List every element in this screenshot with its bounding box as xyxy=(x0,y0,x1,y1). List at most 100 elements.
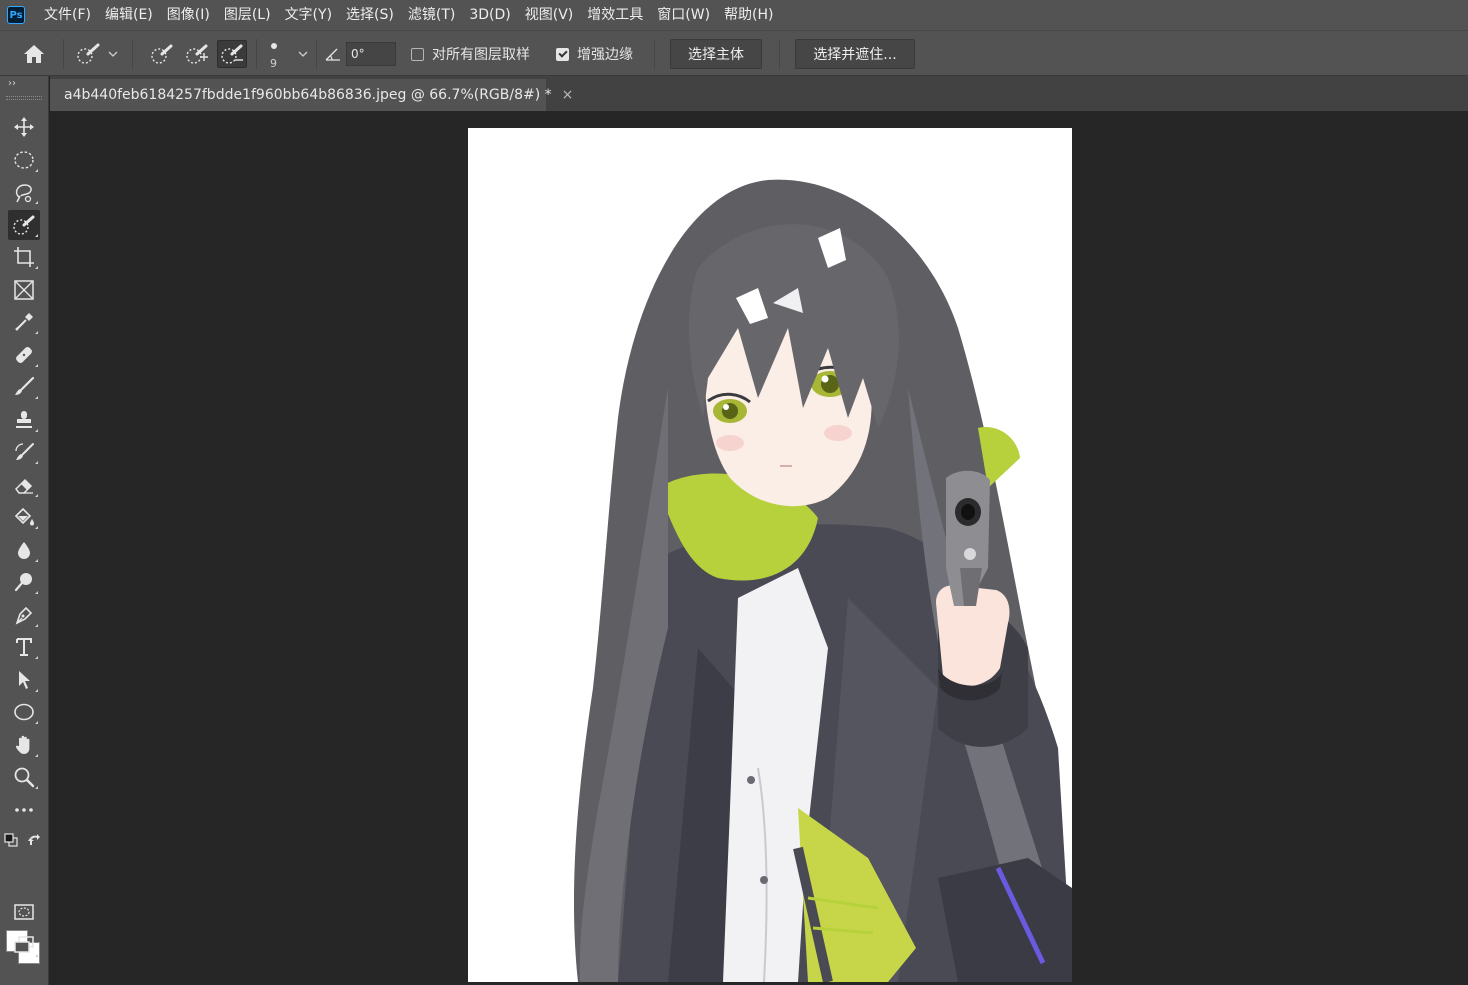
enhance-edge-checkbox[interactable] xyxy=(556,47,569,61)
crop-icon xyxy=(14,247,34,267)
eraser-tool[interactable] xyxy=(8,470,40,500)
menu-help[interactable]: 帮助(H) xyxy=(717,0,780,30)
document-tab-title: a4b440feb6184257fbdde1f960bb64b86836.jpe… xyxy=(64,87,552,103)
brush-dot-icon xyxy=(270,42,277,49)
new-selection-mode-button[interactable] xyxy=(147,40,177,68)
new-selection-icon xyxy=(151,44,173,64)
photoshop-window: Ps 文件(F) 编辑(E) 图像(I) 图层(L) 文字(Y) 选择(S) 滤… xyxy=(0,0,1468,985)
quick-selection-preset-icon xyxy=(77,43,100,64)
document-tab[interactable]: a4b440feb6184257fbdde1f960bb64b86836.jpe… xyxy=(50,79,573,111)
direct-selection-arrow-icon xyxy=(19,671,30,689)
move-icon xyxy=(14,117,34,137)
magnetic-lasso-icon xyxy=(15,184,32,203)
eyedropper-tool[interactable] xyxy=(8,307,40,337)
path-selection-tool[interactable] xyxy=(8,665,40,695)
crop-tool[interactable] xyxy=(8,242,40,272)
frame-tool[interactable] xyxy=(8,275,40,305)
home-icon xyxy=(24,45,44,63)
enhance-edge-toggle[interactable]: 增强边缘 xyxy=(556,31,633,77)
drop-icon xyxy=(18,542,30,559)
menu-select[interactable]: 选择(S) xyxy=(339,0,401,30)
quick-mask-button[interactable] xyxy=(8,897,40,927)
pen-tool[interactable] xyxy=(8,600,40,630)
toolbar-grip[interactable] xyxy=(6,96,42,100)
brush-icon xyxy=(15,376,35,395)
dodge-icon xyxy=(14,573,32,592)
menu-layer[interactable]: 图层(L) xyxy=(217,0,278,30)
menu-filter[interactable]: 滤镜(T) xyxy=(401,0,462,30)
menu-bar: Ps 文件(F) 编辑(E) 图像(I) 图层(L) 文字(Y) 选择(S) 滤… xyxy=(0,0,1468,30)
bandage-icon xyxy=(16,347,32,363)
edit-toolbar-button[interactable] xyxy=(8,795,40,825)
paint-bucket-tool[interactable] xyxy=(8,502,40,532)
tools-panel: ›› xyxy=(0,76,49,985)
move-tool[interactable] xyxy=(8,112,40,142)
screen-mode-icon xyxy=(14,936,34,953)
history-brush-tool[interactable] xyxy=(8,437,40,467)
zoom-tool[interactable] xyxy=(8,762,40,792)
angle-icon xyxy=(325,48,340,61)
chevron-down-icon xyxy=(108,51,118,57)
default-colors-button[interactable] xyxy=(2,831,20,849)
subtract-selection-icon xyxy=(221,44,243,64)
close-tab-icon[interactable]: × xyxy=(562,87,574,103)
menu-window[interactable]: 窗口(W) xyxy=(650,0,717,30)
swap-colors-button[interactable] xyxy=(25,831,43,849)
ellipse-marquee-icon xyxy=(14,151,34,169)
brush-size-value: 9 xyxy=(270,56,277,70)
blur-tool[interactable] xyxy=(8,535,40,565)
type-icon xyxy=(16,638,32,656)
select-and-mask-button[interactable]: 选择并遮住... xyxy=(795,39,915,69)
document-canvas[interactable] xyxy=(468,128,1072,982)
swap-arrows-icon xyxy=(28,834,40,845)
select-subject-button[interactable]: 选择主体 xyxy=(670,39,762,69)
sample-all-layers-label: 对所有图层取样 xyxy=(432,47,530,63)
angle-input[interactable]: 0° xyxy=(346,42,396,66)
sample-all-layers-checkbox[interactable] xyxy=(411,47,424,61)
more-dots-icon xyxy=(15,808,33,812)
pen-icon xyxy=(15,606,33,625)
menu-view[interactable]: 视图(V) xyxy=(518,0,581,30)
menu-3d[interactable]: 3D(D) xyxy=(462,0,517,30)
eraser-icon xyxy=(15,478,33,494)
sample-all-layers-toggle[interactable]: 对所有图层取样 xyxy=(411,31,530,77)
ellipse-tool[interactable] xyxy=(8,697,40,727)
magnifier-icon xyxy=(14,767,35,788)
lasso-tool[interactable] xyxy=(8,177,40,207)
hand-tool[interactable] xyxy=(8,730,40,760)
hand-icon xyxy=(15,735,30,754)
brush-tool[interactable] xyxy=(8,372,40,402)
document-tab-bar: a4b440feb6184257fbdde1f960bb64b86836.jpe… xyxy=(50,76,1468,111)
quick-mask-icon xyxy=(14,904,34,920)
dodge-tool[interactable] xyxy=(8,567,40,597)
type-tool[interactable] xyxy=(8,632,40,662)
menu-image[interactable]: 图像(I) xyxy=(160,0,217,30)
menu-type[interactable]: 文字(Y) xyxy=(278,0,339,30)
home-button[interactable] xyxy=(22,31,46,77)
elliptical-marquee-tool[interactable] xyxy=(8,145,40,175)
angle-label xyxy=(324,31,342,77)
clone-stamp-tool[interactable] xyxy=(8,405,40,435)
history-brush-icon xyxy=(15,443,34,460)
brush-size-dropdown[interactable] xyxy=(298,31,308,77)
eyedropper-icon xyxy=(15,313,33,331)
canvas-workspace[interactable] xyxy=(50,111,1468,985)
add-selection-icon xyxy=(186,44,208,64)
subtract-from-selection-mode-button[interactable] xyxy=(217,40,247,68)
stamp-icon xyxy=(16,411,32,428)
brush-size-picker[interactable]: 9 xyxy=(270,31,277,77)
enhance-edge-label: 增强边缘 xyxy=(577,47,633,63)
screen-mode-button[interactable] xyxy=(8,930,40,960)
photoshop-logo[interactable]: Ps xyxy=(7,6,25,24)
default-colors-icon xyxy=(4,833,18,847)
menu-plugins[interactable]: 增效工具 xyxy=(580,0,650,30)
menu-edit[interactable]: 编辑(E) xyxy=(98,0,160,30)
menu-file[interactable]: 文件(F) xyxy=(37,0,98,30)
tool-preset-picker[interactable] xyxy=(74,31,118,77)
collapse-toolbar-button[interactable]: ›› xyxy=(8,78,16,89)
options-bar: 9 0° 对所有图层取样 增强边缘 选择主体 选择并遮住... xyxy=(0,30,1468,76)
add-to-selection-mode-button[interactable] xyxy=(182,40,212,68)
anime-girl-illustration xyxy=(573,179,1072,982)
quick-selection-tool[interactable] xyxy=(8,210,40,240)
spot-healing-brush-tool[interactable] xyxy=(8,340,40,370)
